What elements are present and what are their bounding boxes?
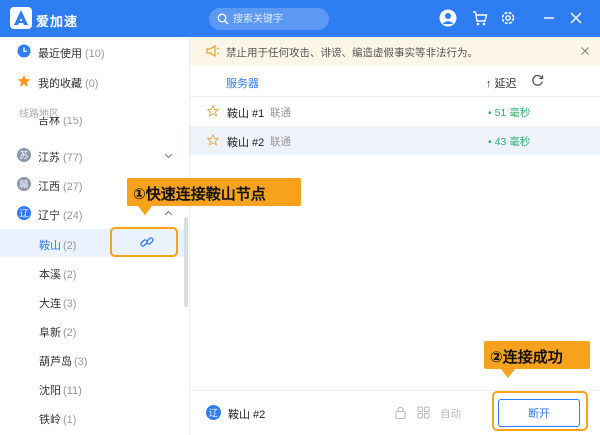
server-list-header: 服务器 ↑ 延迟 — [190, 65, 600, 97]
city-item-tieling[interactable]: 铁岭 (1) — [0, 403, 185, 431]
app-name: 爱加速 — [36, 14, 79, 29]
search-input[interactable] — [233, 11, 323, 27]
item-count: (15) — [63, 117, 83, 127]
city-item-fuxin[interactable]: 阜新 (2) — [0, 316, 185, 344]
server-isp: 联通 — [270, 136, 291, 148]
sidebar-item-label: 最近使用 — [38, 48, 82, 60]
city-item-dalian[interactable]: 大连 (3) — [0, 287, 185, 315]
region-badge-icon: 辽 — [17, 206, 31, 220]
lock-icon[interactable] — [394, 406, 407, 419]
item-count: (27) — [63, 181, 83, 193]
region-label: 辽宁 — [38, 210, 60, 222]
search-icon — [217, 13, 229, 25]
server-row[interactable]: 鞍山 #1 联通 • 51 毫秒 — [190, 97, 600, 126]
region-badge-icon: 赣 — [17, 177, 31, 191]
auto-mode-label[interactable]: 自动 — [440, 406, 461, 421]
svg-text:辽: 辽 — [209, 408, 218, 419]
column-header-server: 服务器 — [226, 78, 259, 90]
user-avatar-icon[interactable] — [439, 9, 457, 27]
item-count: (77) — [63, 152, 83, 164]
annotation-arrow — [138, 206, 152, 215]
sidebar-region-jilin[interactable]: 吉林 (15) — [0, 117, 189, 131]
svg-text:赣: 赣 — [19, 178, 28, 190]
notice-text: 禁止用于任何攻击、诽谤、编造虚假事实等非法行为。 — [226, 47, 478, 59]
item-count: (0) — [85, 78, 99, 90]
annotation-step-2: ②连接成功 — [484, 341, 590, 369]
region-label: 江苏 — [38, 152, 60, 164]
sidebar-item-label: 我的收藏 — [38, 78, 82, 90]
item-count: (11) — [63, 385, 82, 397]
notice-bar: 禁止用于任何攻击、诽谤、编造虚假事实等非法行为。 — [190, 37, 600, 65]
item-count: (2) — [63, 240, 77, 252]
item-count: (24) — [63, 210, 83, 222]
city-label: 鞍山 — [39, 240, 61, 252]
region-badge-icon: 苏 — [17, 148, 31, 162]
server-name: 鞍山 #1 — [227, 108, 265, 120]
clock-icon — [17, 44, 31, 58]
close-notice-icon[interactable] — [580, 46, 590, 56]
annotation-step-1: ①快速连接鞍山节点 — [127, 178, 301, 206]
minimize-icon[interactable] — [540, 9, 558, 27]
annotation-arrow — [501, 369, 515, 378]
grid-icon[interactable] — [417, 406, 430, 419]
logo-icon — [10, 7, 32, 29]
cart-icon[interactable] — [471, 9, 489, 27]
sidebar-item-favorites[interactable]: 我的收藏 (0) — [0, 67, 189, 95]
svg-text:辽: 辽 — [19, 208, 28, 219]
item-count: (1) — [63, 414, 77, 426]
svg-text:苏: 苏 — [19, 149, 28, 161]
region-label: 江西 — [38, 181, 60, 193]
item-count: (2) — [63, 269, 77, 281]
city-item-huludao[interactable]: 葫芦岛 (3) — [0, 345, 185, 373]
server-isp: 联通 — [270, 107, 291, 119]
server-row[interactable]: 鞍山 #2 联通 • 43 毫秒 — [190, 126, 600, 155]
region-label: 吉林 — [38, 117, 60, 127]
city-label: 大连 — [39, 298, 61, 310]
city-item-benxi[interactable]: 本溪 (2) — [0, 258, 185, 286]
favorite-star-icon[interactable] — [207, 105, 219, 117]
sidebar-region-jiangsu[interactable]: 苏 江苏 (77) — [0, 141, 189, 169]
item-count: (3) — [63, 298, 77, 310]
city-label: 铁岭 — [39, 414, 61, 426]
chevron-down-icon — [164, 153, 173, 159]
link-icon[interactable] — [139, 234, 155, 250]
refresh-icon[interactable] — [531, 74, 544, 87]
search-box[interactable] — [209, 8, 329, 30]
star-icon — [17, 74, 31, 87]
city-label: 沈阳 — [39, 385, 61, 397]
favorite-star-icon[interactable] — [207, 134, 219, 146]
sidebar-scrollbar[interactable] — [184, 217, 188, 307]
chevron-up-icon — [164, 210, 173, 216]
close-icon[interactable] — [567, 9, 585, 27]
settings-icon[interactable] — [499, 9, 517, 27]
current-server-name: 鞍山 #2 — [228, 409, 266, 421]
item-count: (10) — [85, 48, 105, 60]
sort-by-latency[interactable]: ↑ 延迟 — [486, 75, 517, 91]
sidebar-item-recent[interactable]: 最近使用 (10) — [0, 37, 189, 65]
city-label: 阜新 — [39, 327, 61, 339]
item-count: (2) — [63, 327, 77, 339]
item-count: (3) — [74, 356, 88, 368]
megaphone-icon — [206, 45, 220, 57]
server-latency: • 43 毫秒 — [488, 136, 531, 148]
city-label: 葫芦岛 — [39, 356, 72, 368]
server-latency: • 51 毫秒 — [488, 107, 531, 119]
annotation-highlight-box — [492, 391, 588, 431]
title-bar: 爱加速 — [0, 0, 600, 37]
city-label: 本溪 — [39, 269, 61, 281]
server-name: 鞍山 #2 — [227, 137, 265, 149]
city-item-shenyang[interactable]: 沈阳 (11) — [0, 374, 185, 402]
region-badge-icon: 辽 — [206, 405, 221, 420]
